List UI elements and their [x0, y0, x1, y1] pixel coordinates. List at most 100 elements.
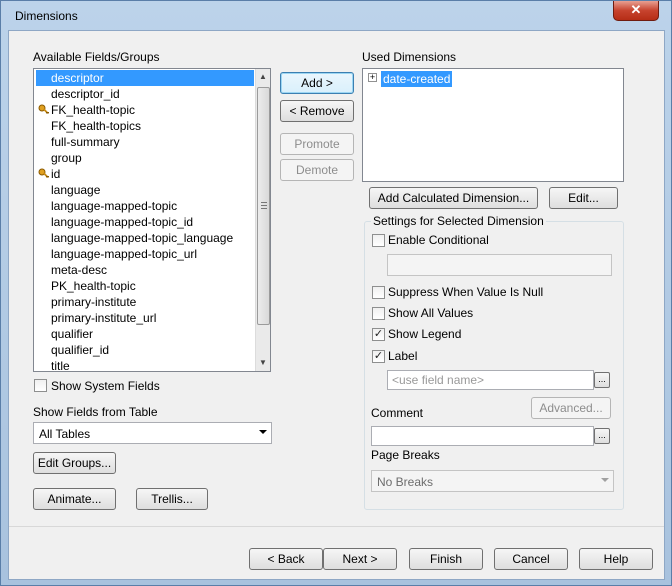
trellis-button[interactable]: Trellis...	[136, 488, 208, 510]
list-item-label: language-mapped-topic_language	[51, 231, 234, 245]
list-item[interactable]: language-mapped-topic	[34, 198, 254, 214]
remove-button[interactable]: < Remove	[280, 100, 354, 122]
show-all-values-checkbox[interactable]	[372, 307, 385, 320]
animate-button[interactable]: Animate...	[33, 488, 116, 510]
comment-browse-button[interactable]: ...	[594, 428, 610, 444]
comment-input[interactable]	[371, 426, 594, 446]
scroll-up-arrow-icon[interactable]: ▲	[256, 69, 270, 85]
window-title: Dimensions	[15, 9, 78, 23]
list-item-label: language-mapped-topic_id	[51, 215, 194, 229]
label-browse-button[interactable]: ...	[594, 372, 610, 388]
next-button[interactable]: Next >	[323, 548, 397, 570]
list-item[interactable]: title	[34, 358, 254, 372]
key-icon	[38, 168, 50, 180]
add-button[interactable]: Add >	[280, 72, 354, 94]
list-item-label: FK_health-topic	[51, 103, 136, 117]
list-item[interactable]: language-mapped-topic_language	[34, 230, 254, 246]
list-item-label: descriptor	[51, 70, 104, 86]
list-item-label: qualifier_id	[51, 343, 110, 357]
list-item-label: primary-institute	[51, 295, 137, 309]
list-item[interactable]: meta-desc	[34, 262, 254, 278]
available-fields-scrollbar[interactable]: ▲ ▼	[255, 69, 270, 371]
page-breaks-select[interactable]: No Breaks	[371, 470, 614, 492]
footer-divider	[9, 526, 664, 527]
list-item-label: language	[51, 183, 101, 197]
scrollbar-thumb[interactable]	[257, 87, 270, 325]
list-item[interactable]: full-summary	[34, 134, 254, 150]
show-legend-label: Show Legend	[388, 327, 462, 341]
checkmark-icon: ✓	[373, 328, 384, 340]
close-button[interactable]: ✕	[613, 1, 659, 21]
list-item[interactable]: descriptor_id	[34, 86, 254, 102]
show-system-fields-checkbox[interactable]	[34, 379, 47, 392]
dialog-client-area: Available Fields/Groups descriptor descri…	[8, 30, 665, 580]
back-button[interactable]: < Back	[249, 548, 323, 570]
enable-conditional-checkbox[interactable]	[372, 234, 385, 247]
list-item[interactable]: primary-institute	[34, 294, 254, 310]
show-legend-checkbox[interactable]: ✓	[372, 328, 385, 341]
title-bar[interactable]: Dimensions ✕	[1, 1, 671, 31]
enable-conditional-label: Enable Conditional	[388, 233, 489, 247]
promote-button[interactable]: Promote	[280, 133, 354, 155]
chevron-down-icon	[601, 478, 609, 482]
suppress-null-label: Suppress When Value Is Null	[388, 285, 544, 299]
list-item[interactable]: descriptor	[34, 70, 254, 86]
table-select[interactable]: All Tables	[33, 422, 272, 444]
used-dimension-item[interactable]: date-created	[381, 71, 453, 87]
list-item[interactable]: group	[34, 150, 254, 166]
list-item[interactable]: primary-institute_url	[34, 310, 254, 326]
list-item[interactable]: PK_health-topic	[34, 278, 254, 294]
add-calculated-dimension-button[interactable]: Add Calculated Dimension...	[369, 187, 538, 209]
list-item[interactable]: language-mapped-topic_id	[34, 214, 254, 230]
table-select-value: All Tables	[39, 427, 91, 441]
label-input[interactable]: <use field name>	[387, 370, 594, 390]
available-fields-label: Available Fields/Groups	[33, 50, 160, 64]
list-item-label: group	[51, 151, 82, 165]
used-dimensions-list[interactable]: + date-created	[362, 68, 624, 182]
expand-icon[interactable]: +	[368, 73, 377, 82]
key-icon	[38, 104, 50, 116]
show-all-values-label: Show All Values	[388, 306, 474, 320]
advanced-button[interactable]: Advanced...	[531, 397, 611, 419]
list-item-label: descriptor_id	[51, 87, 120, 101]
condition-input[interactable]	[387, 254, 612, 276]
show-system-fields-label: Show System Fields	[51, 379, 160, 393]
label-checkbox-label: Label	[388, 349, 418, 363]
page-breaks-label: Page Breaks	[371, 448, 440, 462]
used-dimensions-label: Used Dimensions	[362, 50, 457, 64]
list-item[interactable]: FK_health-topic	[34, 102, 254, 118]
checkmark-icon: ✓	[373, 350, 384, 362]
scroll-down-arrow-icon[interactable]: ▼	[256, 355, 270, 371]
list-item-label: FK_health-topics	[51, 119, 142, 133]
list-item[interactable]: qualifier	[34, 326, 254, 342]
dimensions-dialog: Dimensions ✕ Available Fields/Groups des…	[0, 0, 672, 586]
list-item-label: language-mapped-topic_url	[51, 247, 198, 261]
available-fields-list[interactable]: descriptor descriptor_id FK_health-topic FK…	[33, 68, 271, 372]
label-checkbox[interactable]: ✓	[372, 350, 385, 363]
close-icon: ✕	[630, 2, 642, 17]
list-item-label: title	[51, 359, 70, 372]
list-item[interactable]: qualifier_id	[34, 342, 254, 358]
cancel-button[interactable]: Cancel	[494, 548, 568, 570]
list-item[interactable]: FK_health-topics	[34, 118, 254, 134]
list-item-label: qualifier	[51, 327, 94, 341]
list-item[interactable]: language-mapped-topic_url	[34, 246, 254, 262]
list-item[interactable]: id	[34, 166, 254, 182]
finish-button[interactable]: Finish	[409, 548, 483, 570]
list-item-label: language-mapped-topic	[51, 199, 178, 213]
list-item-label: meta-desc	[51, 263, 108, 277]
page-breaks-value: No Breaks	[377, 475, 434, 489]
demote-button[interactable]: Demote	[280, 159, 354, 181]
help-button[interactable]: Help	[579, 548, 653, 570]
edit-groups-button[interactable]: Edit Groups...	[33, 452, 116, 474]
chevron-down-icon	[259, 430, 267, 434]
settings-group-title: Settings for Selected Dimension	[371, 214, 546, 228]
label-input-placeholder: <use field name>	[392, 373, 485, 387]
suppress-null-checkbox[interactable]	[372, 286, 385, 299]
list-item-label: PK_health-topic	[51, 279, 136, 293]
list-item[interactable]: language	[34, 182, 254, 198]
comment-label: Comment	[371, 406, 424, 420]
list-item-label: full-summary	[51, 135, 120, 149]
edit-dimension-button[interactable]: Edit...	[549, 187, 618, 209]
list-item-label: primary-institute_url	[51, 311, 157, 325]
